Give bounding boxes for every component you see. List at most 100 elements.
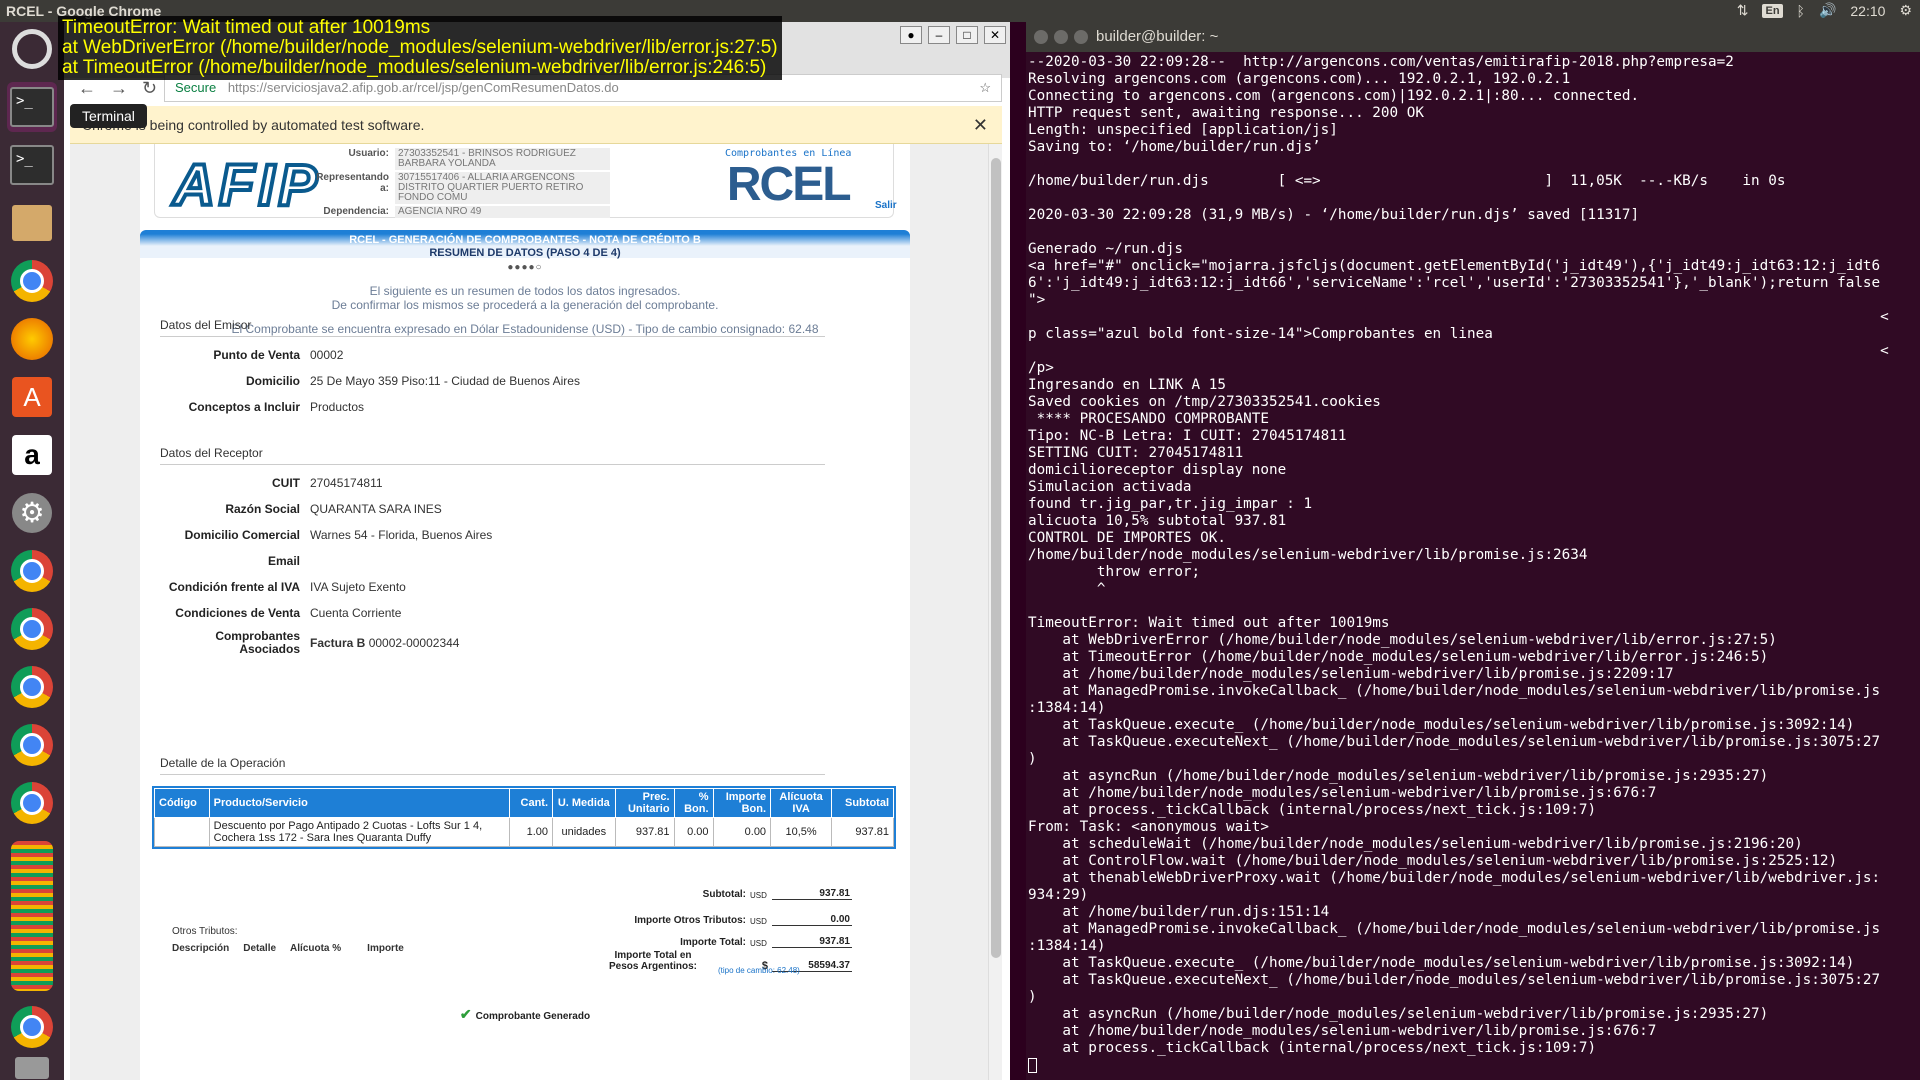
back-icon[interactable]: ←	[78, 78, 110, 98]
launcher-chrome-6[interactable]	[7, 778, 57, 828]
maximize-button[interactable]	[1074, 30, 1088, 44]
launcher-terminal-2[interactable]: >_	[7, 140, 57, 190]
banner-step: RESUMEN DE DATOS (PASO 4 DE 4)	[429, 247, 621, 259]
error-line: TimeoutError: Wait timed out after 10019…	[62, 17, 431, 38]
keyboard-layout[interactable]: En	[1762, 3, 1783, 18]
clock[interactable]: 22:10	[1850, 3, 1885, 19]
receptor-title: Datos del Receptor	[160, 446, 825, 465]
terminal-output[interactable]: --2020-03-30 22:09:28-- http://argencons…	[1026, 52, 1920, 1080]
amazon-icon: a	[12, 435, 52, 475]
scrollbar-thumb[interactable]	[991, 158, 1001, 958]
terminal-titlebar: builder@builder: ~	[1026, 22, 1920, 52]
comprobante-numero: 00002-00002344	[368, 636, 460, 650]
pesos-label: Importe Total en Pesos Argentinos:	[580, 950, 730, 972]
terminal-log: --2020-03-30 22:09:28-- http://argencons…	[1028, 54, 1889, 1056]
error-line: at WebDriverError (/home/builder/node_mo…	[62, 37, 778, 58]
chrome-stack-icon	[11, 841, 53, 991]
trash-icon	[15, 1057, 49, 1079]
maximize-button[interactable]: □	[956, 26, 978, 44]
dependencia-label: Dependencia:	[323, 206, 389, 217]
launcher-files[interactable]	[7, 198, 57, 248]
table-cell: 937.81	[614, 817, 675, 847]
col-header: Subtotal	[831, 788, 894, 818]
gear-icon[interactable]: ⚙	[1899, 2, 1912, 19]
col-header: Importe Bon.	[712, 788, 772, 818]
intro-line: De confirmar los mismos se procederá a l…	[331, 298, 719, 312]
close-icon[interactable]: ✕	[973, 106, 988, 144]
star-icon[interactable]: ☆	[979, 75, 991, 101]
launcher-chrome-2[interactable]	[7, 546, 57, 596]
otros-label: Importe Otros Tributos:	[634, 915, 746, 926]
launcher-chrome-stack[interactable]	[7, 836, 57, 996]
indicators: ⇅ En ᛒ 🔊 22:10 ⚙	[1737, 2, 1912, 19]
col-header: Descripción	[172, 943, 230, 954]
col-header: Detalle	[243, 943, 277, 954]
dependencia-value: AGENCIA NRO 49	[395, 206, 610, 218]
launcher-amazon[interactable]: a	[7, 430, 57, 480]
col-header: % Bon.	[673, 788, 714, 818]
field-value: Cuenta Corriente	[310, 606, 402, 620]
tipo-cambio-note: (tipo de cambio: 62.48)	[718, 966, 800, 975]
network-icon[interactable]: ⇅	[1737, 2, 1749, 19]
page-scrollbar[interactable]	[988, 144, 1002, 1080]
chrome-icon	[11, 550, 53, 592]
col-header: Producto/Servicio	[208, 788, 511, 818]
launcher-settings[interactable]: ⚙	[7, 488, 57, 538]
profile-icon[interactable]: ●	[900, 26, 922, 44]
launcher-software-center[interactable]: A	[7, 372, 57, 422]
close-button[interactable]	[1034, 30, 1048, 44]
launcher-chrome-1[interactable]	[7, 256, 57, 306]
forward-icon[interactable]: →	[110, 78, 142, 98]
field-value: Factura B 00002-00002344	[310, 636, 459, 650]
page-viewport: AFIP Usuario: 27303352541 - BRINSOS RODRI…	[70, 144, 1002, 1080]
field-value: 25 De Mayo 359 Piso:11 - Ciudad de Bueno…	[310, 374, 580, 388]
field-label: Domicilio	[245, 374, 300, 388]
col-header: U. Medida	[552, 788, 616, 818]
launcher-firefox[interactable]	[7, 314, 57, 364]
table-cell: unidades	[552, 817, 616, 847]
minimize-button[interactable]	[1054, 30, 1068, 44]
generado-text: Comprobante Generado	[475, 1011, 591, 1022]
field-label: Domicilio Comercial	[184, 528, 300, 542]
salir-link[interactable]: Salir	[875, 200, 897, 211]
settings-icon: ⚙	[12, 493, 52, 533]
launcher-chrome-5[interactable]	[7, 720, 57, 770]
total-value: 937.81	[772, 936, 852, 948]
chrome-window: ● – □ ✕ ←→↻ Secure https://serviciosjava…	[64, 22, 1010, 1080]
dash-button[interactable]	[7, 24, 57, 74]
launcher-chrome-4[interactable]	[7, 662, 57, 712]
launcher-chrome-7[interactable]	[7, 1002, 57, 1052]
rcel-logo: Comprobantes en Línea RCEL	[725, 148, 852, 211]
rcel-title: RCEL	[726, 158, 852, 211]
chrome-icon	[11, 724, 53, 766]
otros-tributos: Otros Tributos: Descripción Detalle Alíc…	[172, 926, 404, 954]
automation-infobar: Chrome is being controlled by automated …	[70, 106, 1002, 144]
detalle-table: Código Producto/Servicio Cant. U. Medida…	[152, 786, 896, 849]
field-value: IVA Sujeto Exento	[310, 580, 406, 594]
representado-label: Representando a:	[316, 172, 389, 194]
launcher-terminal-1[interactable]: >_	[7, 82, 57, 132]
volume-icon[interactable]: 🔊	[1819, 2, 1836, 19]
field-value: Productos	[310, 400, 365, 414]
otros-value: 0.00	[772, 914, 852, 926]
close-button[interactable]: ✕	[984, 26, 1006, 44]
firefox-icon	[11, 318, 53, 360]
check-icon: ✔	[459, 1006, 472, 1022]
bluetooth-icon[interactable]: ᛒ	[1797, 3, 1805, 19]
chrome-icon	[11, 782, 53, 824]
currency: USD	[750, 891, 767, 900]
subtotal-label: Subtotal:	[702, 889, 746, 900]
field-label: Condición frente al IVA	[168, 580, 300, 594]
total-label: Importe Total:	[680, 937, 746, 948]
field-label: Razón Social	[225, 502, 300, 516]
user-info: Usuario: 27303352541 - BRINSOS RODRIGUEZ …	[305, 148, 610, 220]
chrome-icon	[11, 1006, 53, 1048]
afip-logo: AFIP	[171, 151, 322, 220]
launcher-chrome-3[interactable]	[7, 604, 57, 654]
launcher-trash[interactable]	[7, 1056, 57, 1080]
table-cell: 10,5%	[770, 817, 833, 847]
otros-tributos-title: Otros Tributos:	[172, 926, 238, 937]
table-row: Descuento por Pago Antipado 2 Cuotas - L…	[154, 817, 894, 847]
field-label-part: Comprobantes	[215, 629, 300, 643]
minimize-button[interactable]: –	[928, 26, 950, 44]
